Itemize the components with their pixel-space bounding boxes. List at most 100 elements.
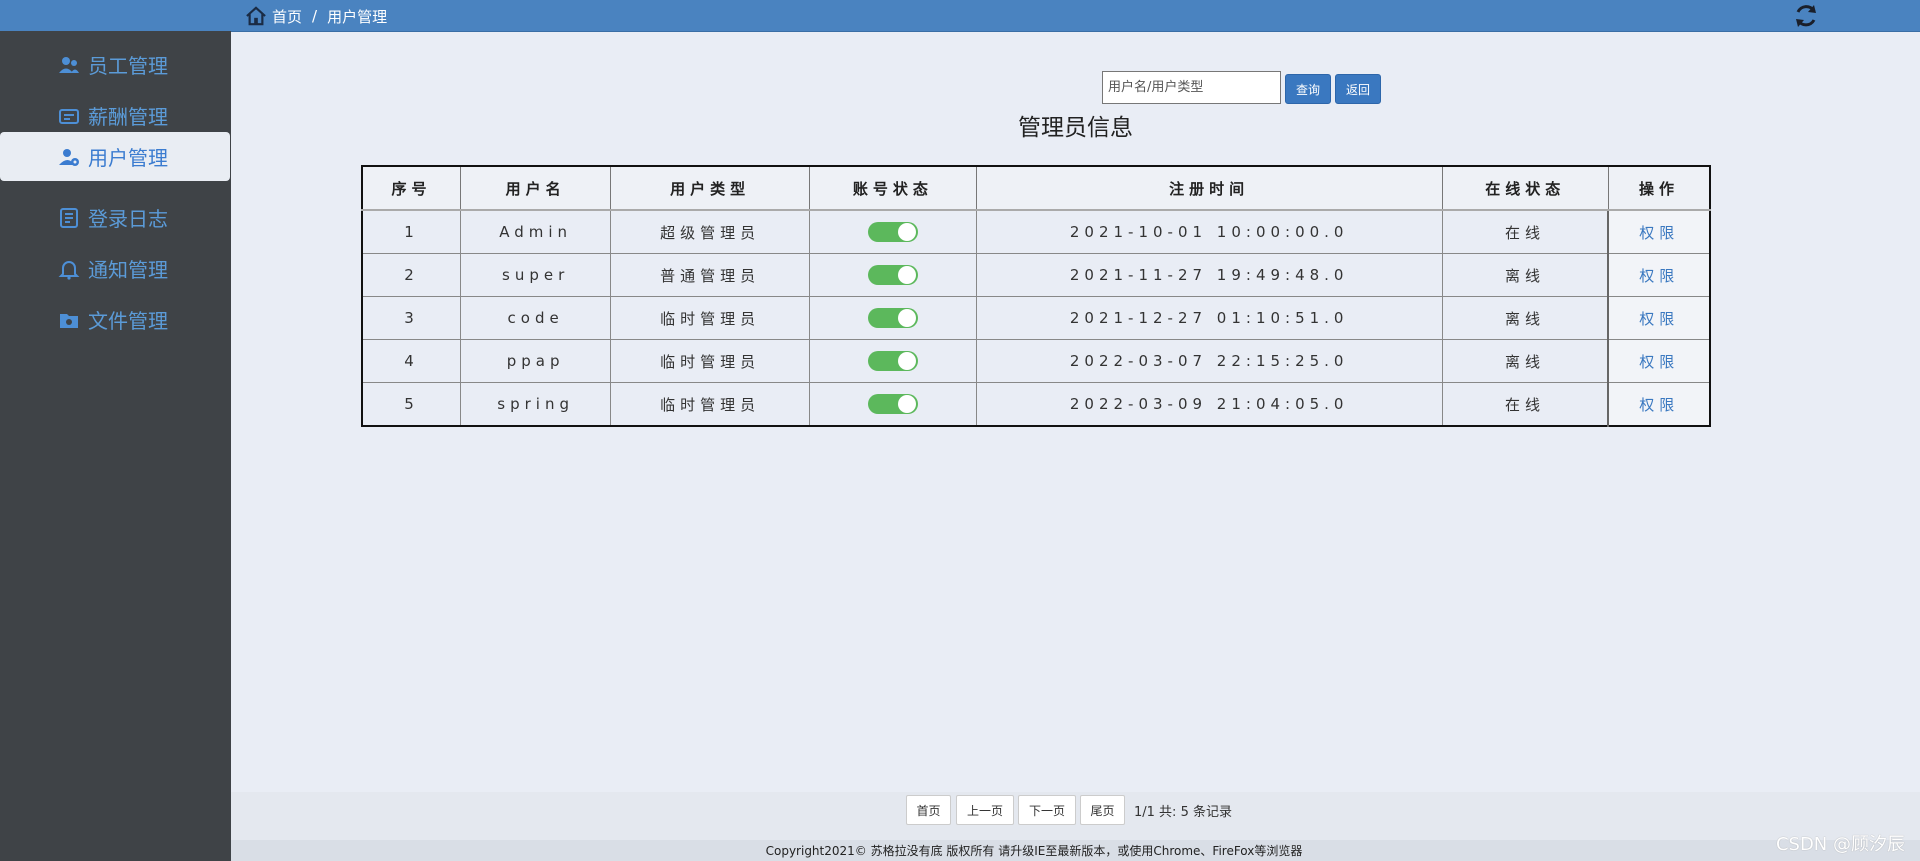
first-page-button[interactable]: 首页 xyxy=(906,795,951,825)
breadcrumb-current: 用户管理 xyxy=(327,7,388,26)
permission-link[interactable]: 权限 xyxy=(1639,267,1679,285)
user-group-icon xyxy=(59,56,79,73)
col-header-type: 用户类型 xyxy=(610,165,811,211)
cell-online: 在线 xyxy=(1441,209,1609,254)
sidebar-item-notice[interactable]: 通知管理 xyxy=(0,244,230,293)
breadcrumb: 首页 / 用户管理 xyxy=(245,4,387,28)
home-icon[interactable] xyxy=(245,6,267,26)
cell-username: Admin xyxy=(460,209,612,254)
cell-no: 2 xyxy=(361,253,462,297)
col-header-action: 操作 xyxy=(1607,165,1711,211)
cell-action: 权限 xyxy=(1607,209,1711,254)
search-input[interactable] xyxy=(1102,71,1281,104)
col-header-no: 序号 xyxy=(361,165,462,211)
cell-username: code xyxy=(460,296,612,340)
cell-type: 临时管理员 xyxy=(610,296,811,340)
sidebar-item-label: 通知管理 xyxy=(88,258,168,282)
col-header-status: 账号状态 xyxy=(809,165,977,211)
permission-link[interactable]: 权限 xyxy=(1639,224,1679,242)
status-toggle[interactable] xyxy=(867,394,918,414)
cell-no: 5 xyxy=(361,382,462,427)
cell-status xyxy=(809,339,977,383)
cell-registered: 2022-03-07 22:15:25.0 xyxy=(975,339,1443,383)
main-content: 查询 返回 xyxy=(231,31,1920,861)
cell-online: 在线 xyxy=(1441,382,1609,427)
sidebar-item-login-log[interactable]: 登录日志 xyxy=(0,193,230,242)
back-button[interactable]: 返回 xyxy=(1335,74,1381,104)
user-settings-icon xyxy=(59,148,79,166)
cell-username: ppap xyxy=(460,339,612,383)
cell-registered: 2021-11-27 19:49:48.0 xyxy=(975,253,1443,297)
status-toggle[interactable] xyxy=(867,265,918,285)
footer-text: Copyright2021© 苏格拉没有底 版权所有 请升级IE至最新版本，或使… xyxy=(765,844,1303,858)
permission-link[interactable]: 权限 xyxy=(1639,396,1679,414)
sidebar-item-employee[interactable]: 员工管理 xyxy=(0,40,230,89)
cell-online: 离线 xyxy=(1441,339,1609,383)
salary-icon xyxy=(59,108,79,124)
cell-type: 普通管理员 xyxy=(610,253,811,297)
query-button[interactable]: 查询 xyxy=(1285,74,1331,104)
folder-icon xyxy=(60,313,78,328)
cell-status xyxy=(809,296,977,340)
cell-action: 权限 xyxy=(1607,382,1711,427)
pager-info: 1/1 共: 5 条记录 xyxy=(1134,805,1232,820)
col-header-username: 用户名 xyxy=(460,165,612,211)
toggle-knob xyxy=(897,309,916,327)
toggle-knob xyxy=(897,223,916,241)
status-toggle[interactable] xyxy=(867,222,918,242)
cell-action: 权限 xyxy=(1607,296,1711,340)
toggle-knob xyxy=(897,395,916,413)
table-row: 2 super 普通管理员 2021-11-27 19:49:48.0 离线 权… xyxy=(361,253,1711,297)
next-page-button[interactable]: 下一页 xyxy=(1018,795,1076,825)
cell-status xyxy=(809,253,977,297)
log-icon xyxy=(60,207,78,228)
refresh-icon[interactable] xyxy=(1792,2,1820,30)
cell-type: 超级管理员 xyxy=(610,209,811,254)
permission-link[interactable]: 权限 xyxy=(1639,310,1679,328)
admin-table: 序号 用户名 用户类型 账号状态 注册时间 在线状态 操作 1 Admin 超级… xyxy=(361,165,1711,427)
sidebar: 员工管理 薪酬管理 用户管理 登录日志 通知管理 文件管理 xyxy=(0,31,231,861)
cell-username: spring xyxy=(460,382,612,427)
cell-type: 临时管理员 xyxy=(610,339,811,383)
cell-registered: 2021-10-01 10:00:00.0 xyxy=(975,209,1443,254)
cell-no: 4 xyxy=(361,339,462,383)
sidebar-item-label: 登录日志 xyxy=(88,207,168,231)
table-row: 4 ppap 临时管理员 2022-03-07 22:15:25.0 离线 权限 xyxy=(361,339,1711,383)
cell-action: 权限 xyxy=(1607,339,1711,383)
sidebar-item-users[interactable]: 用户管理 xyxy=(0,132,230,181)
status-toggle[interactable] xyxy=(867,308,918,328)
sidebar-item-label: 薪酬管理 xyxy=(88,105,168,129)
cell-status xyxy=(809,209,977,254)
sidebar-item-files[interactable]: 文件管理 xyxy=(0,295,230,344)
sidebar-item-label: 员工管理 xyxy=(88,54,168,78)
table-row: 1 Admin 超级管理员 2021-10-01 10:00:00.0 在线 权… xyxy=(361,209,1711,254)
cell-online: 离线 xyxy=(1441,253,1609,297)
last-page-button[interactable]: 尾页 xyxy=(1080,795,1125,825)
cell-registered: 2021-12-27 01:10:51.0 xyxy=(975,296,1443,340)
sidebar-item-label: 用户管理 xyxy=(88,146,168,170)
watermark: CSDN @顾汐辰 xyxy=(1775,834,1905,855)
toggle-knob xyxy=(897,352,916,370)
permission-link[interactable]: 权限 xyxy=(1639,353,1679,371)
page-title: 管理员信息 xyxy=(1018,115,1133,141)
col-header-registered: 注册时间 xyxy=(975,165,1443,211)
breadcrumb-separator: / xyxy=(312,7,318,25)
prev-page-button[interactable]: 上一页 xyxy=(956,795,1014,825)
cell-username: super xyxy=(460,253,612,297)
top-bar: 首页 / 用户管理 xyxy=(0,0,1920,32)
table-row: 5 spring 临时管理员 2022-03-09 21:04:05.0 在线 … xyxy=(361,382,1711,427)
toggle-knob xyxy=(897,266,916,284)
status-toggle[interactable] xyxy=(867,351,918,371)
table-header-row: 序号 用户名 用户类型 账号状态 注册时间 在线状态 操作 xyxy=(361,165,1711,211)
breadcrumb-home[interactable]: 首页 xyxy=(272,6,302,27)
cell-status xyxy=(809,382,977,427)
cell-no: 1 xyxy=(361,209,462,254)
table-row: 3 code 临时管理员 2021-12-27 01:10:51.0 离线 权限 xyxy=(361,296,1711,340)
cell-type: 临时管理员 xyxy=(610,382,811,427)
cell-no: 3 xyxy=(361,296,462,340)
cell-registered: 2022-03-09 21:04:05.0 xyxy=(975,382,1443,427)
col-header-online: 在线状态 xyxy=(1441,165,1609,211)
bell-icon xyxy=(58,260,80,280)
cell-action: 权限 xyxy=(1607,253,1711,297)
cell-online: 离线 xyxy=(1441,296,1609,340)
